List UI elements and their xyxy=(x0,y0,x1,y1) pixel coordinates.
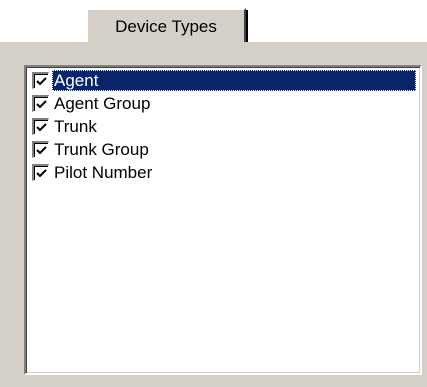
agent-group-checkbox[interactable] xyxy=(32,95,49,112)
tab-device-types-label: Device Types xyxy=(115,17,217,36)
device-types-list: Agent Agent Group Trunk Trunk Group Pilo… xyxy=(32,69,416,184)
trunk-checkbox[interactable] xyxy=(32,118,49,135)
device-types-listbox[interactable]: Agent Agent Group Trunk Trunk Group Pilo… xyxy=(24,65,422,375)
list-item-pilot-number[interactable]: Pilot Number xyxy=(32,161,416,184)
agent-group-label: Agent Group xyxy=(54,94,151,113)
checkmark-icon xyxy=(35,145,47,154)
checkmark-icon xyxy=(35,168,47,177)
list-item-trunk[interactable]: Trunk xyxy=(32,115,416,138)
tab-device-types[interactable]: Device Types xyxy=(86,8,248,42)
agent-label: Agent xyxy=(52,70,416,91)
checkmark-icon xyxy=(35,99,47,108)
trunk-group-label: Trunk Group xyxy=(54,140,149,159)
trunk-label: Trunk xyxy=(54,117,97,136)
list-item-agent[interactable]: Agent xyxy=(32,69,416,92)
checkmark-icon xyxy=(35,76,47,85)
trunk-group-checkbox[interactable] xyxy=(32,141,49,158)
pilot-number-checkbox[interactable] xyxy=(32,164,49,181)
list-item-trunk-group[interactable]: Trunk Group xyxy=(32,138,416,161)
checkmark-icon xyxy=(35,122,47,131)
tab-shadow-edge xyxy=(246,10,248,42)
agent-checkbox[interactable] xyxy=(32,72,49,89)
list-item-agent-group[interactable]: Agent Group xyxy=(32,92,416,115)
pilot-number-label: Pilot Number xyxy=(54,163,153,182)
